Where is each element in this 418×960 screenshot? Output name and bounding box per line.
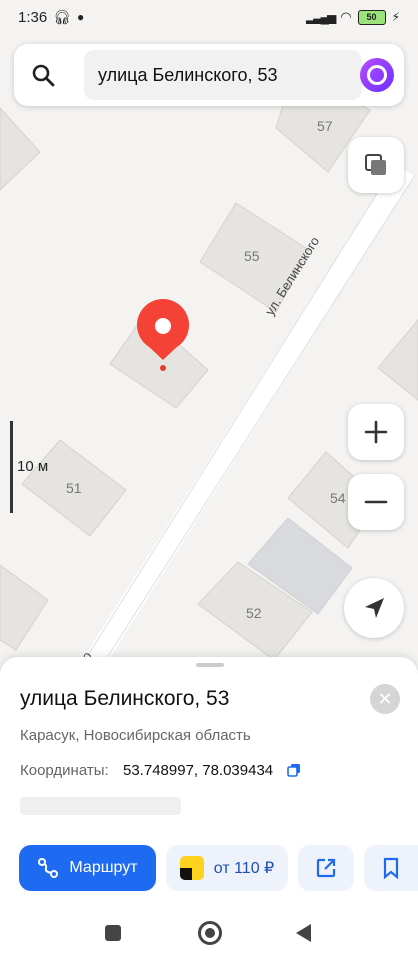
close-button[interactable]: ✕ bbox=[370, 684, 400, 714]
taxi-logo-icon bbox=[179, 856, 204, 880]
sheet-handle[interactable] bbox=[196, 663, 224, 667]
back-icon[interactable] bbox=[296, 924, 311, 942]
route-button[interactable]: Маршрут bbox=[19, 845, 156, 891]
taxi-button[interactable]: от 110 ₽ bbox=[166, 845, 288, 891]
route-label: Маршрут bbox=[69, 859, 138, 876]
building-label-55: 55 bbox=[244, 248, 260, 264]
building-label-57: 57 bbox=[317, 118, 333, 134]
copy-icon[interactable] bbox=[287, 763, 301, 777]
share-icon bbox=[316, 858, 336, 878]
recents-icon[interactable] bbox=[105, 925, 121, 941]
loading-placeholder bbox=[20, 797, 181, 815]
locate-button[interactable] bbox=[344, 578, 404, 638]
search-bar[interactable]: улица Белинского, 53 bbox=[14, 44, 404, 106]
building-right bbox=[377, 319, 418, 401]
system-nav-bar bbox=[0, 900, 418, 960]
home-icon[interactable] bbox=[198, 921, 222, 945]
layers-icon bbox=[365, 154, 386, 175]
search-icon[interactable] bbox=[30, 62, 56, 88]
charging-icon: ⚡ bbox=[391, 10, 400, 24]
building-label-54: 54 bbox=[330, 490, 346, 506]
zoom-in-button[interactable] bbox=[348, 404, 404, 460]
status-bar: 1:36 🎧︎ ● ▂▃▄▅ ◠ 50 ⚡ bbox=[0, 0, 418, 34]
place-title: улица Белинского, 53 bbox=[20, 687, 230, 710]
headphones-icon: 🎧︎ bbox=[53, 8, 71, 25]
chat-icon: ● bbox=[76, 10, 85, 24]
minus-icon bbox=[364, 500, 388, 504]
place-subtitle: Карасук, Новосибирская область bbox=[20, 727, 251, 744]
wifi-icon: ◠ bbox=[340, 9, 352, 24]
route-icon bbox=[38, 858, 59, 878]
building-topleft bbox=[0, 107, 41, 191]
bookmark-icon bbox=[383, 857, 399, 879]
action-bar: Маршрут от 110 ₽ bbox=[0, 845, 418, 891]
battery-icon: 50 bbox=[357, 9, 386, 25]
close-icon: ✕ bbox=[377, 688, 393, 709]
status-time: 1:36 bbox=[18, 8, 48, 26]
plus-icon bbox=[364, 420, 388, 444]
zoom-out-button[interactable] bbox=[348, 474, 404, 530]
search-query: улица Белинского, 53 bbox=[98, 64, 278, 85]
scale-bar bbox=[10, 421, 13, 513]
building-label-52: 52 bbox=[246, 605, 262, 621]
building-label-51: 51 bbox=[66, 480, 82, 496]
bookmark-button[interactable] bbox=[364, 845, 418, 891]
share-button[interactable] bbox=[298, 845, 354, 891]
search-input[interactable]: улица Белинского, 53 bbox=[84, 50, 362, 100]
building-left bbox=[0, 564, 49, 651]
coords-value[interactable]: 53.748997, 78.039434 bbox=[123, 762, 273, 779]
layers-button[interactable] bbox=[348, 137, 404, 193]
scale-label: 10 м bbox=[17, 458, 49, 475]
coords-label: Координаты: bbox=[20, 762, 109, 779]
signal-icon: ▂▃▄▅ bbox=[306, 10, 336, 24]
location-arrow-icon bbox=[365, 598, 384, 618]
alice-icon[interactable] bbox=[360, 58, 394, 92]
taxi-price: от 110 ₽ bbox=[213, 860, 275, 877]
